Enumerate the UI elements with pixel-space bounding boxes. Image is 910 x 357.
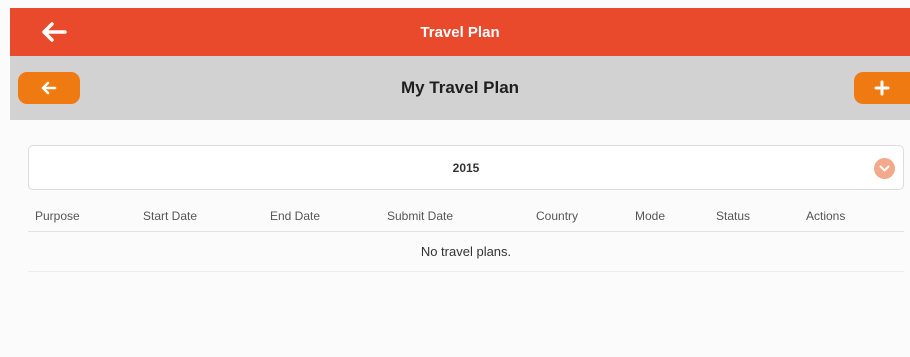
travel-plan-table: Purpose Start Date End Date Submit Date … bbox=[28, 200, 904, 272]
column-header-purpose: Purpose bbox=[35, 208, 80, 223]
add-travel-plan-button[interactable] bbox=[854, 72, 910, 104]
arrow-left-icon bbox=[42, 22, 67, 42]
year-select-value: 2015 bbox=[452, 160, 480, 175]
chevron-down-icon bbox=[874, 158, 895, 179]
column-header-submit-date: Submit Date bbox=[387, 208, 454, 223]
empty-state-message: No travel plans. bbox=[420, 244, 512, 259]
column-header-start-date: Start Date bbox=[143, 208, 198, 223]
page-header: My Travel Plan bbox=[10, 56, 910, 120]
app-title: Travel Plan bbox=[420, 23, 500, 41]
app-bar: Travel Plan bbox=[10, 8, 910, 56]
arrow-left-icon bbox=[41, 81, 57, 95]
back-button[interactable] bbox=[34, 16, 74, 48]
column-header-end-date: End Date bbox=[270, 208, 321, 223]
column-header-mode: Mode bbox=[635, 208, 666, 223]
year-select[interactable]: 2015 bbox=[28, 145, 904, 190]
table-header-row: Purpose Start Date End Date Submit Date … bbox=[28, 200, 904, 232]
column-header-status: Status bbox=[716, 208, 751, 223]
empty-state-row: No travel plans. bbox=[28, 232, 904, 272]
column-header-country: Country bbox=[536, 208, 579, 223]
column-header-actions: Actions bbox=[806, 208, 846, 223]
page-title: My Travel Plan bbox=[400, 78, 520, 97]
header-back-button[interactable] bbox=[18, 72, 80, 104]
app-root: Travel Plan My Travel Plan 2015 Purpose … bbox=[0, 0, 910, 357]
plus-icon bbox=[874, 80, 890, 96]
